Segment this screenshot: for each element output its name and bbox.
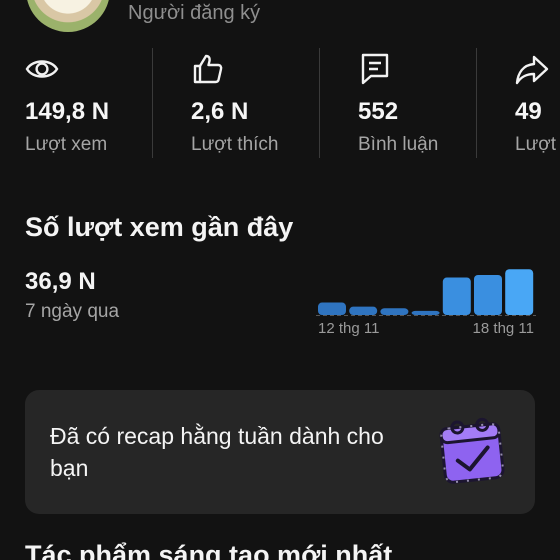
weekly-recap-card[interactable]: Đã có recap hằng tuần dành cho bạn [25, 390, 535, 514]
stat-likes-label: Lượt thích [191, 134, 279, 155]
stat-divider [152, 48, 153, 158]
stat-views[interactable]: 149,8 N Lượt xem [25, 48, 145, 160]
share-icon [515, 55, 549, 85]
chart-bar [474, 274, 502, 315]
stat-shares[interactable]: 49 Lượt [515, 48, 560, 160]
stat-divider [319, 48, 320, 158]
comment-icon [361, 53, 389, 85]
stat-comments-label: Bình luận [358, 134, 439, 155]
stats-screen: Người đăng ký 149,8 N Lượt xem 2,6 N Lượ… [0, 0, 560, 560]
stat-views-value: 149,8 N [25, 98, 110, 125]
chart-bar [349, 306, 378, 315]
stat-divider [476, 48, 477, 158]
chart-start-label: 12 thg 11 [318, 320, 379, 337]
stat-shares-label: Lượt [515, 134, 557, 155]
recent-views-caption: 7 ngày qua [25, 301, 120, 322]
stat-views-label: Lượt xem [25, 134, 108, 155]
latest-content-title: Tác phẩm sáng tạo mới nhất [25, 540, 393, 560]
chart-bar [505, 269, 534, 315]
calendar-check-icon [439, 417, 505, 484]
chart-end-label: 18 thg 11 [473, 320, 534, 337]
chart-bar [442, 277, 471, 315]
subscriber-label: Người đăng ký [128, 2, 261, 24]
chart-bar [318, 302, 346, 315]
recap-text: Đã có recap hằng tuần dành cho bạn [50, 423, 384, 481]
stat-likes-value: 2,6 N [191, 98, 249, 125]
recent-views-chart[interactable]: 12 thg 11 18 thg 11 [314, 258, 538, 342]
chart-bars [318, 269, 534, 315]
chart-bar [380, 308, 409, 315]
chart-bar [411, 310, 440, 315]
recent-views-title: Số lượt xem gần đây [25, 212, 294, 242]
thumbs-up-icon [193, 54, 223, 84]
avatar[interactable] [26, 0, 110, 32]
eye-icon [25, 60, 59, 78]
stat-likes[interactable]: 2,6 N Lượt thích [191, 48, 311, 160]
stat-shares-value: 49 [515, 98, 542, 125]
stat-comments-value: 552 [358, 98, 399, 125]
stat-comments[interactable]: 552 Bình luận [358, 48, 478, 160]
recent-views-value: 36,9 N [25, 268, 96, 295]
